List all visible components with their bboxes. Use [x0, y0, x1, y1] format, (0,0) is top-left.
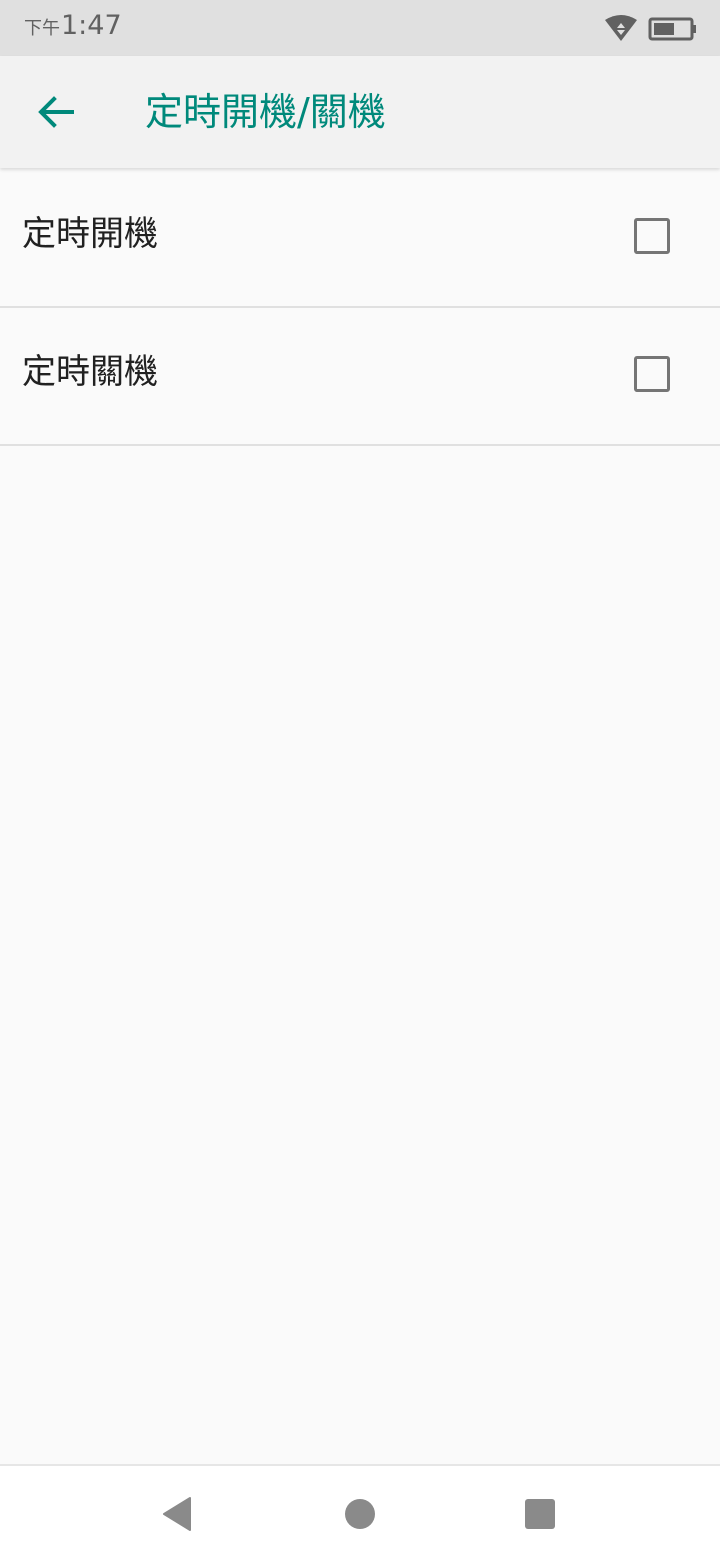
power-off-checkbox[interactable] — [634, 356, 670, 392]
nav-home-button[interactable] — [328, 1482, 392, 1546]
back-button[interactable] — [24, 80, 88, 144]
screen: 下午 1:47 定時開機/關機 定時開機 定時關機 — [0, 0, 720, 1560]
battery-icon — [648, 17, 696, 41]
preference-label: 定時開機 — [22, 214, 158, 254]
nav-recents-icon — [525, 1499, 555, 1529]
preference-row-scheduled-power-off[interactable]: 定時關機 — [0, 308, 720, 446]
preference-label: 定時關機 — [22, 352, 158, 392]
nav-back-button[interactable] — [146, 1482, 210, 1546]
preference-list: 定時開機 定時關機 — [0, 170, 720, 446]
page-title: 定時開機/關機 — [145, 90, 386, 134]
preference-row-scheduled-power-on[interactable]: 定時開機 — [0, 170, 720, 308]
nav-home-icon — [345, 1499, 375, 1529]
arrow-left-icon — [38, 96, 74, 128]
status-time: 下午 1:47 — [24, 10, 122, 50]
nav-back-icon — [163, 1497, 191, 1531]
navigation-bar — [0, 1464, 720, 1560]
status-bar: 下午 1:47 — [0, 0, 720, 56]
status-clock: 1:47 — [61, 10, 122, 41]
status-ampm: 下午 — [24, 18, 60, 39]
wifi-icon — [605, 15, 637, 41]
nav-recents-button[interactable] — [508, 1482, 572, 1546]
app-bar: 定時開機/關機 — [0, 56, 720, 168]
power-on-checkbox[interactable] — [634, 218, 670, 254]
